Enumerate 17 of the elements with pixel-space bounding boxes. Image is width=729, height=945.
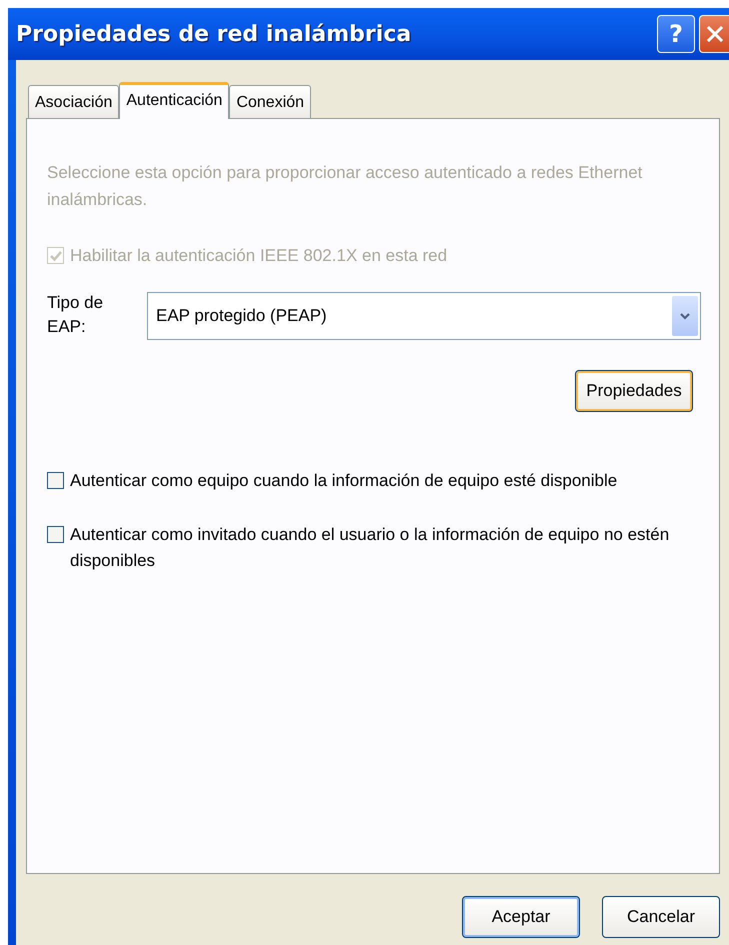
- properties-button[interactable]: Propiedades: [575, 370, 693, 412]
- eap-type-dropdown[interactable]: EAP protegido (PEAP): [147, 292, 701, 340]
- tab[interactable]: Autenticación: [119, 82, 230, 119]
- window-title: Propiedades de red inalámbrica: [16, 22, 412, 46]
- checkbox-label: Habilitar la autenticación IEEE 802.1X en esta red: [70, 245, 448, 267]
- tab[interactable]: Conexión: [229, 85, 312, 118]
- close-button[interactable]: [699, 15, 729, 53]
- checkbox[interactable]: [47, 526, 64, 543]
- checkbox-label: Autenticar como invitado cuando el usuario o la información de equipo no estén disponibles: [70, 524, 670, 572]
- dialog-button[interactable]: Aceptar: [462, 896, 580, 938]
- eap-type-label: Tipo de EAP:: [47, 292, 104, 338]
- checkbox[interactable]: [47, 472, 64, 489]
- tab[interactable]: Asociación: [28, 85, 120, 118]
- help-button[interactable]: ?: [657, 15, 695, 53]
- dialog-button[interactable]: Cancelar: [602, 896, 720, 938]
- checkbox-label: Autenticar como equipo cuando la información de equipo esté disponible: [70, 470, 618, 492]
- description-text: Seleccione esta opción para proporcionar acceso autenticado a redes Ethernet inalámbricas.: [47, 162, 644, 211]
